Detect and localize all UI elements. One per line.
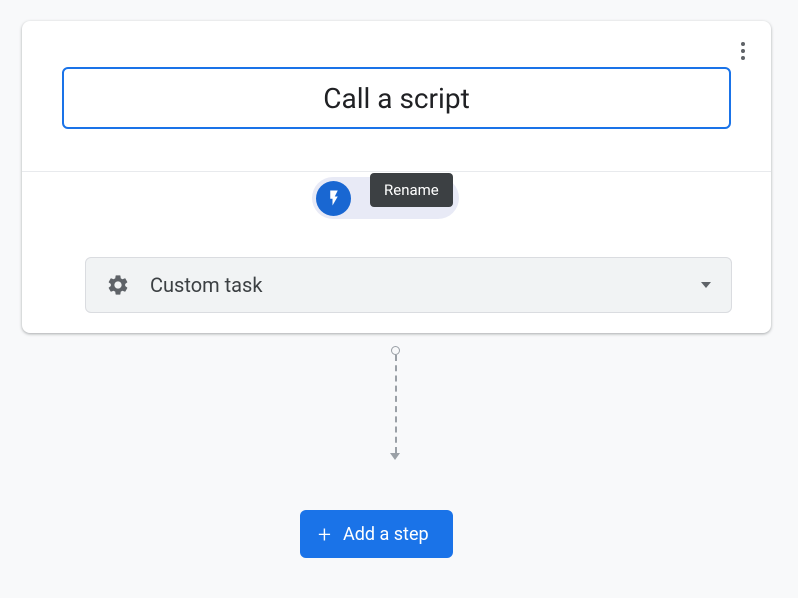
gear-icon [106, 273, 130, 297]
plus-icon: + [318, 523, 331, 546]
task-type-label: Custom task [150, 273, 701, 297]
rename-tooltip: Rename [370, 173, 453, 207]
flow-connector [393, 346, 399, 496]
divider [22, 171, 771, 172]
connector-arrow-icon [390, 453, 400, 460]
chevron-down-icon [701, 282, 711, 288]
more-menu-button[interactable] [731, 39, 755, 63]
task-type-dropdown[interactable]: Custom task [85, 257, 732, 313]
connector-start-icon [391, 346, 400, 355]
add-step-label: Add a step [343, 524, 429, 545]
task-card: Pick task Rename Custom task [22, 21, 771, 333]
task-title-input[interactable] [62, 67, 731, 129]
connector-line [395, 355, 397, 453]
bolt-icon [316, 181, 351, 216]
add-step-button[interactable]: + Add a step [300, 510, 453, 558]
